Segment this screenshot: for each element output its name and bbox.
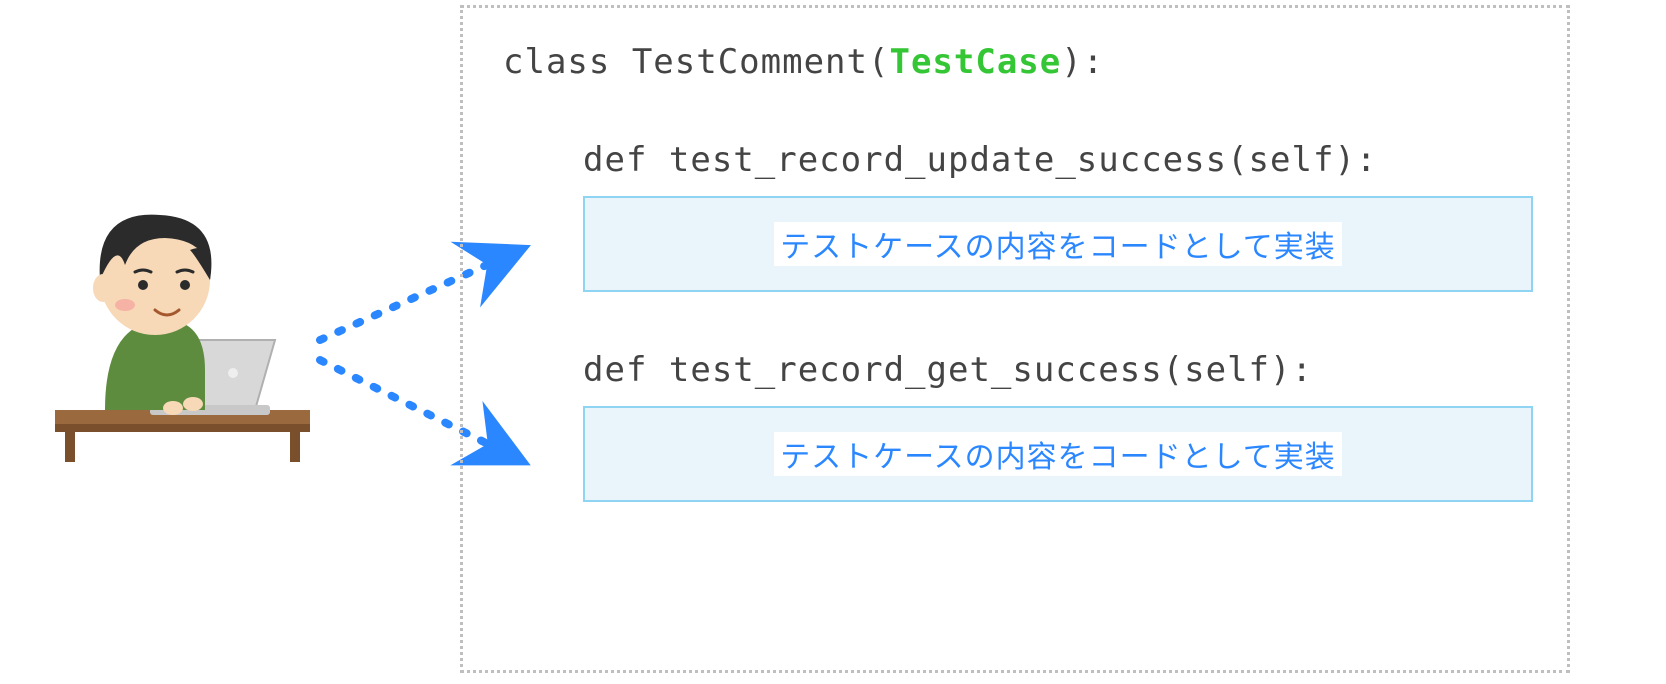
- method-1-body-label: テストケースの内容をコードとして実装: [774, 222, 1342, 266]
- code-box: class TestComment(TestCase): def test_re…: [460, 5, 1570, 673]
- method-2-body-label: テストケースの内容をコードとして実装: [774, 432, 1342, 476]
- method-2-declaration: def test_record_get_success(self):: [583, 350, 1527, 390]
- class-close: ):: [1061, 42, 1104, 82]
- developer-illustration: [45, 170, 320, 470]
- class-keyword: class: [503, 42, 632, 82]
- class-name: TestComment(: [632, 42, 890, 82]
- method-2-body-box: テストケースの内容をコードとして実装: [583, 406, 1533, 502]
- method-1-body-box: テストケースの内容をコードとして実装: [583, 196, 1533, 292]
- class-declaration: class TestComment(TestCase):: [503, 42, 1527, 82]
- method-1-declaration: def test_record_update_success(self):: [583, 140, 1527, 180]
- base-class: TestCase: [889, 42, 1061, 82]
